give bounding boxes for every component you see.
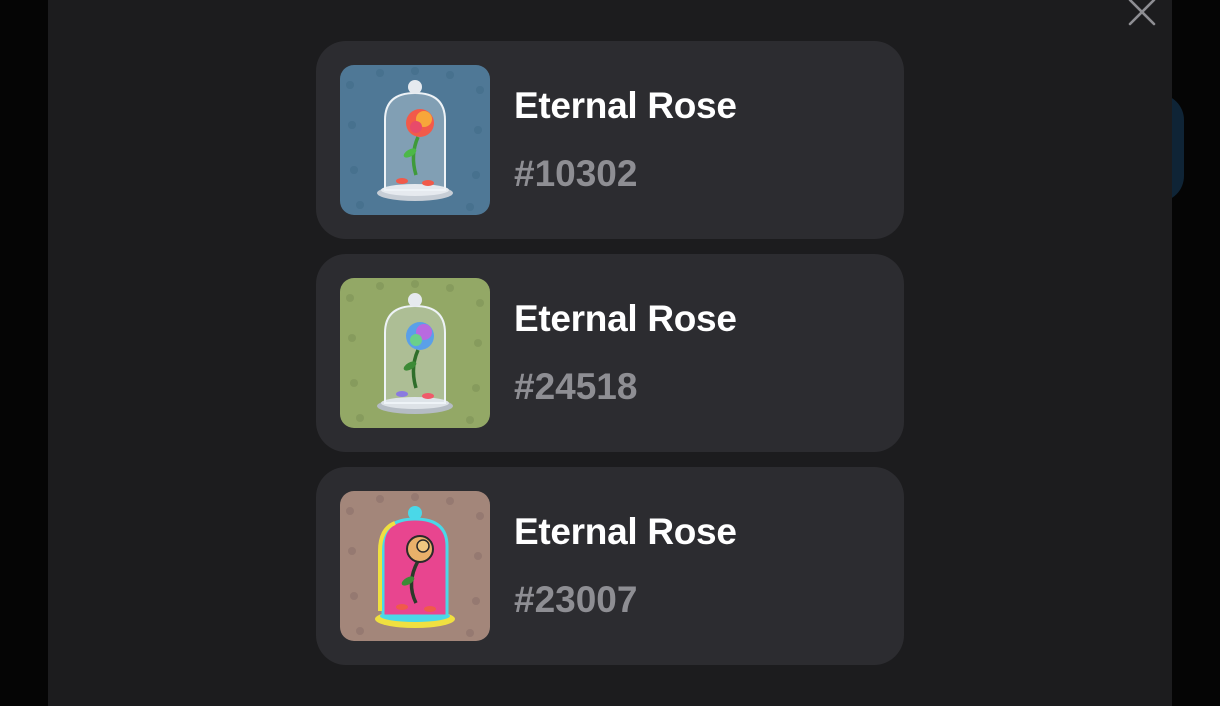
gift-number: #23007 [514,579,638,620]
gift-card-1[interactable]: Eternal Rose #10302 [316,41,904,239]
gift-name: Eternal Rose [514,298,737,339]
gift-thumbnail [340,65,490,215]
gift-list-modal: Eternal Rose #10302 Eternal Rose #24518 … [48,0,1172,706]
gift-thumbnail [340,491,490,641]
eternal-rose-icon [340,65,490,215]
close-button[interactable] [1122,0,1162,28]
gift-thumbnail [340,278,490,428]
gift-name: Eternal Rose [514,85,737,126]
gift-number: #10302 [514,153,638,194]
eternal-rose-icon [340,491,490,641]
gift-list: Eternal Rose #10302 Eternal Rose #24518 … [316,41,904,680]
gift-card-3[interactable]: Eternal Rose #23007 [316,467,904,665]
eternal-rose-icon [340,278,490,428]
gift-number: #24518 [514,366,638,407]
gift-card-2[interactable]: Eternal Rose #24518 [316,254,904,452]
close-icon [1128,0,1156,26]
gift-name: Eternal Rose [514,511,737,552]
